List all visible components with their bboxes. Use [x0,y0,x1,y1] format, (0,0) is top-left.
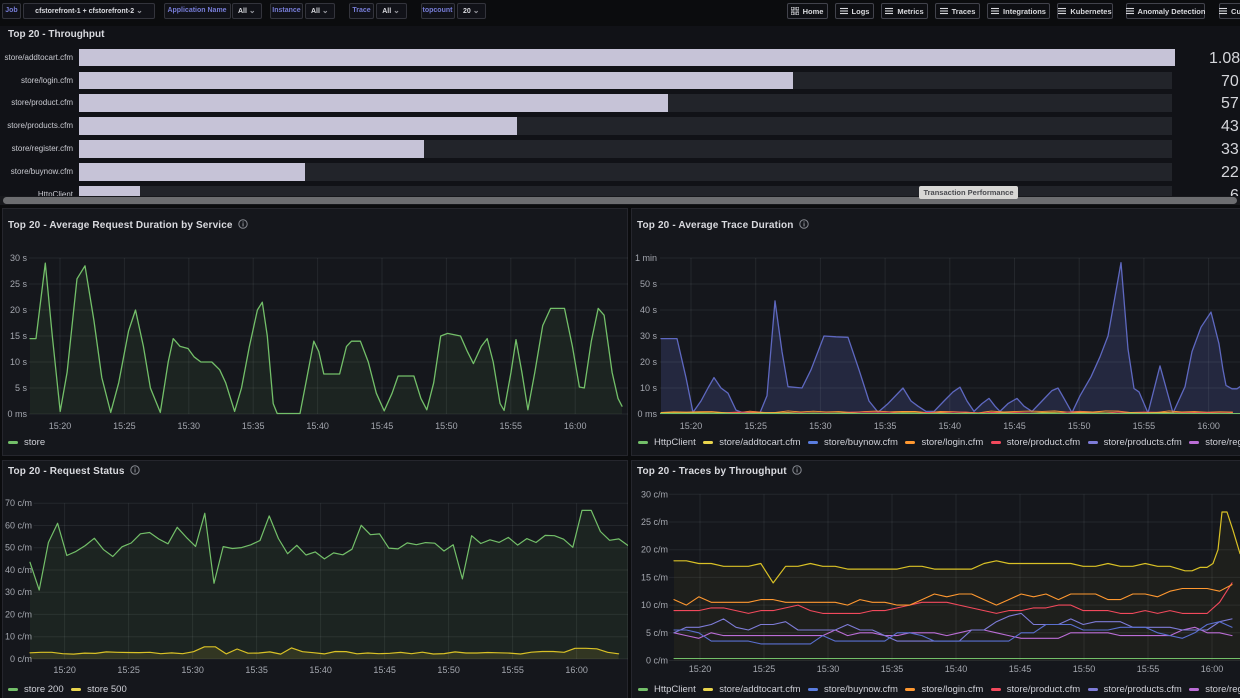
svg-text:15:25: 15:25 [753,664,776,674]
svg-text:0 ms: 0 ms [637,409,657,419]
svg-text:30 s: 30 s [640,331,658,341]
svg-text:5 s: 5 s [15,383,28,393]
svg-text:15:30: 15:30 [178,421,201,431]
svg-text:15:55: 15:55 [501,665,524,675]
svg-text:15:35: 15:35 [881,664,904,674]
svg-text:25 c/m: 25 c/m [641,517,668,527]
svg-text:16:00: 16:00 [1201,664,1224,674]
svg-text:15:25: 15:25 [113,421,136,431]
svg-text:25 s: 25 s [10,279,28,289]
svg-text:15:55: 15:55 [500,421,523,431]
svg-text:10 s: 10 s [640,383,658,393]
svg-text:20 c/m: 20 c/m [641,545,668,555]
svg-text:30 s: 30 s [10,253,28,263]
svg-text:40 c/m: 40 c/m [5,565,32,575]
svg-text:0 ms: 0 ms [7,409,27,419]
svg-text:40 s: 40 s [640,305,658,315]
svg-text:30 c/m: 30 c/m [5,587,32,597]
svg-text:15:40: 15:40 [945,664,968,674]
svg-text:15:50: 15:50 [437,665,460,675]
svg-text:15:20: 15:20 [680,421,703,431]
svg-text:15:50: 15:50 [435,421,458,431]
svg-text:16:00: 16:00 [564,421,587,431]
svg-text:15:35: 15:35 [242,421,265,431]
svg-text:5 c/m: 5 c/m [646,628,668,638]
svg-text:15:50: 15:50 [1068,421,1091,431]
svg-text:15:40: 15:40 [939,421,962,431]
svg-text:20 s: 20 s [10,305,28,315]
svg-text:15:45: 15:45 [371,421,394,431]
svg-text:15:30: 15:30 [817,664,840,674]
svg-text:15 c/m: 15 c/m [641,572,668,582]
svg-text:15:30: 15:30 [809,421,832,431]
svg-text:70 c/m: 70 c/m [5,498,32,508]
svg-text:15:25: 15:25 [744,421,767,431]
svg-text:15:55: 15:55 [1137,664,1160,674]
svg-text:16:00: 16:00 [565,665,588,675]
svg-text:0 c/m: 0 c/m [10,654,32,664]
svg-text:16:00: 16:00 [1197,421,1220,431]
svg-text:15:40: 15:40 [306,421,329,431]
svg-text:15:40: 15:40 [309,665,332,675]
svg-text:15:20: 15:20 [689,664,712,674]
svg-text:50 s: 50 s [640,279,658,289]
svg-text:15:35: 15:35 [874,421,897,431]
svg-text:15:30: 15:30 [181,665,204,675]
svg-text:60 c/m: 60 c/m [5,521,32,531]
svg-text:20 c/m: 20 c/m [5,609,32,619]
svg-text:1 min: 1 min [635,253,657,263]
svg-text:15:20: 15:20 [49,421,72,431]
svg-text:15:20: 15:20 [53,665,76,675]
svg-text:10 s: 10 s [10,357,28,367]
svg-text:15:45: 15:45 [373,665,396,675]
svg-text:15:35: 15:35 [245,665,268,675]
svg-text:15:55: 15:55 [1133,421,1156,431]
svg-text:15:45: 15:45 [1003,421,1026,431]
svg-text:10 c/m: 10 c/m [5,632,32,642]
svg-text:10 c/m: 10 c/m [641,600,668,610]
svg-text:15 s: 15 s [10,331,28,341]
svg-text:15:25: 15:25 [117,665,140,675]
svg-text:30 c/m: 30 c/m [641,489,668,499]
svg-text:15:45: 15:45 [1009,664,1032,674]
svg-text:20 s: 20 s [640,357,658,367]
svg-text:0 c/m: 0 c/m [646,656,668,666]
svg-text:15:50: 15:50 [1073,664,1096,674]
svg-text:50 c/m: 50 c/m [5,543,32,553]
